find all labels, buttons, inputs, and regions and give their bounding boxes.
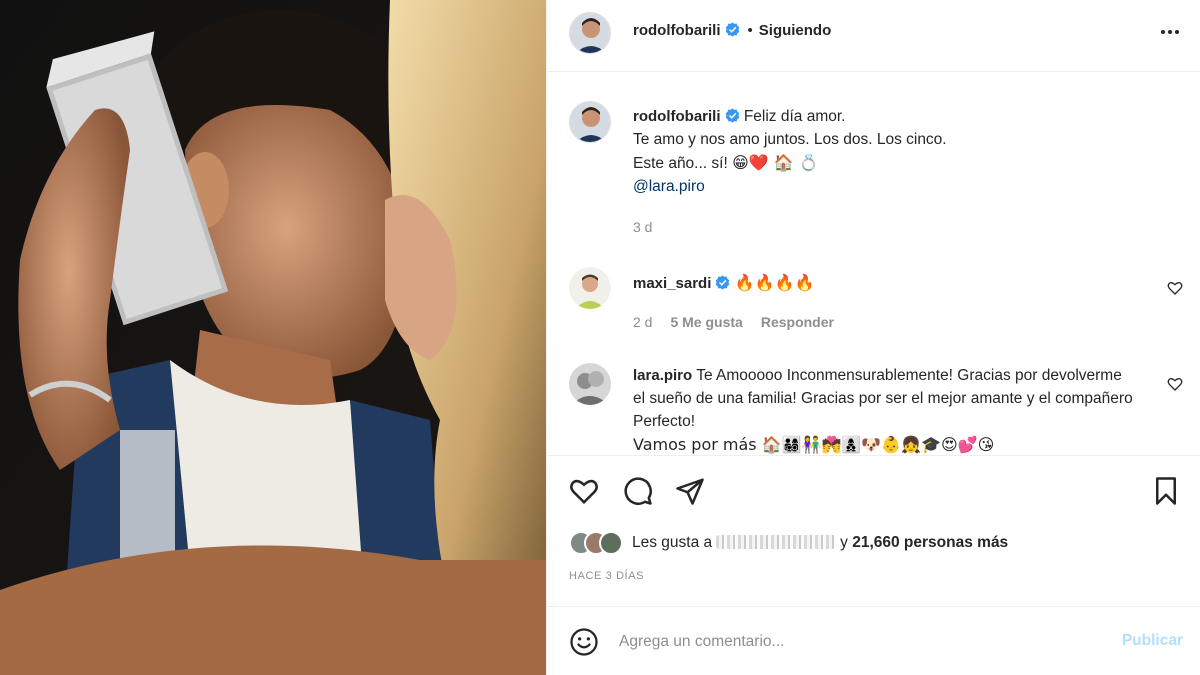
caption-avatar[interactable]: [569, 101, 611, 143]
save-icon[interactable]: [1151, 476, 1181, 506]
author-avatar[interactable]: [569, 12, 611, 54]
comment-meta: 2 d 5 Me gusta Responder: [633, 314, 852, 330]
caption-line-3: Este año... sí!: [633, 155, 728, 172]
likes-count[interactable]: 21,660 personas más: [852, 534, 1008, 551]
comment-likes-count[interactable]: 5 Me gusta: [670, 314, 742, 330]
caption-line-2: Te amo y nos amo juntos. Los dos. Los ci…: [633, 131, 947, 148]
commenter-avatar[interactable]: [569, 363, 611, 405]
caption-username[interactable]: rodolfobarili: [633, 108, 721, 125]
publish-button[interactable]: Publicar: [1122, 632, 1183, 650]
likes-summary[interactable]: Les gusta a y 21,660 personas más: [569, 528, 1008, 558]
blurred-username: [716, 535, 837, 549]
caption-mention-link[interactable]: @lara.piro: [633, 178, 705, 195]
comment-like-heart-icon[interactable]: [1167, 280, 1183, 296]
separator-dot: •: [747, 22, 753, 39]
reply-button[interactable]: Responder: [761, 314, 834, 330]
caption-line-1: Feliz día amor.: [743, 108, 846, 125]
verified-badge-icon: [725, 22, 739, 37]
verified-badge-icon: [716, 275, 730, 290]
post-actions: Les gusta a y 21,660 personas más HACE 3 …: [547, 455, 1200, 615]
caption-meta: 3 d: [633, 219, 670, 235]
comment-icon[interactable]: [623, 476, 653, 506]
author-name-row: rodolfobarili • Siguiendo: [633, 22, 831, 39]
likes-prefix: Les gusta a: [632, 534, 713, 551]
more-options-icon[interactable]: [1155, 20, 1185, 44]
post-timestamp: HACE 3 DÍAS: [569, 570, 645, 582]
post-header: rodolfobarili • Siguiendo: [547, 0, 1200, 72]
comment-text: lara.piro Te Amooooo Inconmensurablement…: [633, 364, 1133, 455]
following-button[interactable]: Siguiendo: [759, 22, 832, 39]
liker-avatar: [599, 531, 623, 555]
verified-badge-icon: [725, 108, 739, 123]
post-photo[interactable]: [0, 0, 546, 675]
commenter-avatar[interactable]: [569, 267, 611, 309]
emoji-icon[interactable]: [569, 627, 599, 657]
comment-username[interactable]: lara.piro: [633, 367, 692, 384]
heart-icon[interactable]: [569, 476, 599, 506]
caption-age: 3 d: [633, 219, 653, 235]
caption-emojis: 😁❤️ 🏠 💍: [732, 153, 819, 172]
post-photo-image: [0, 0, 546, 675]
comment-input[interactable]: [619, 627, 1089, 657]
author-username[interactable]: rodolfobarili: [633, 22, 721, 39]
comment-body: 🔥🔥🔥🔥: [734, 273, 815, 292]
post-details-panel: rodolfobarili • Siguiendo rodolfobarili Fe…: [546, 0, 1200, 675]
comment-body-continued: Vamos por más 🏠👨‍👩‍👧‍👦👫💏👩‍👦‍👦🐶👶👧🎓😍💕😘: [633, 435, 995, 454]
comment-like-heart-icon[interactable]: [1167, 376, 1183, 392]
share-icon[interactable]: [675, 476, 705, 506]
comments-list[interactable]: rodolfobarili Feliz día amor. Te amo y n…: [547, 73, 1200, 455]
likes-and: y: [840, 534, 848, 551]
comment-text: maxi_sardi 🔥🔥🔥🔥: [633, 271, 1133, 295]
caption-text: rodolfobarili Feliz día amor. Te amo y n…: [633, 105, 1133, 198]
comment-username[interactable]: maxi_sardi: [633, 275, 711, 292]
likes-text: Les gusta a y 21,660 personas más: [632, 534, 1008, 552]
comment-age: 2 d: [633, 314, 653, 330]
add-comment-bar: Publicar: [547, 606, 1200, 675]
comment-body: Te Amooooo Inconmensurablemente! Gracias…: [633, 367, 1133, 430]
